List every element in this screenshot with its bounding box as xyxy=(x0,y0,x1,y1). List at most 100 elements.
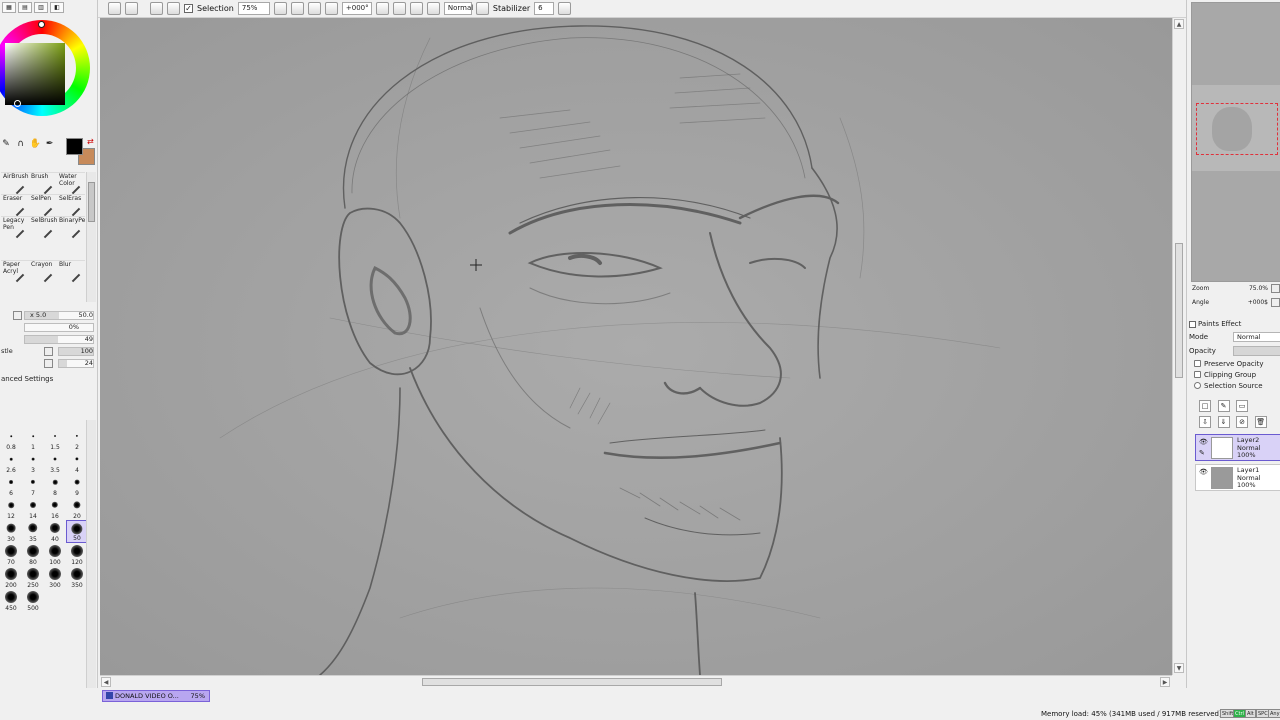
brush-size-3.5[interactable]: 3.5 xyxy=(44,451,66,474)
rotate-left-button[interactable] xyxy=(375,2,389,15)
layer-mode-select[interactable]: Normal xyxy=(1233,332,1280,342)
brush-size-350[interactable]: 350 xyxy=(66,566,88,589)
brush-size-3[interactable]: 3 xyxy=(22,451,44,474)
navigator-preview[interactable] xyxy=(1191,2,1280,282)
size-multiplier-button[interactable] xyxy=(13,311,22,320)
lasso-icon[interactable]: ∩ xyxy=(15,138,27,150)
tool-selpen[interactable]: SelPen xyxy=(29,194,57,217)
panel-tab-icon-3[interactable]: ▥ xyxy=(34,2,48,13)
navigator-view-rect[interactable] xyxy=(1196,103,1278,155)
scroll-up-button[interactable]: ▲ xyxy=(1174,19,1184,29)
preserve-opacity-checkbox[interactable]: Preserve Opacity xyxy=(1189,358,1280,369)
tool-seleras[interactable]: SelEras xyxy=(57,194,85,217)
brush-size-16[interactable]: 16 xyxy=(44,497,66,520)
brush-size-120[interactable]: 120 xyxy=(66,543,88,566)
zoom-in-button[interactable] xyxy=(307,2,321,15)
zoom-out-button[interactable] xyxy=(290,2,304,15)
brush-size-35[interactable]: 35 xyxy=(22,520,44,543)
horizontal-scroll-thumb[interactable] xyxy=(422,678,722,686)
brush-size-2.6[interactable]: 2.6 xyxy=(0,451,22,474)
brush-size-30[interactable]: 30 xyxy=(0,520,22,543)
merge-down-icon[interactable]: ⇓ xyxy=(1217,416,1230,428)
canvas-vertical-scrollbar[interactable]: ▲ ▼ xyxy=(1172,18,1184,675)
hand-icon[interactable]: ✋ xyxy=(29,138,41,150)
nav-angle-reset-button[interactable] xyxy=(1271,298,1280,307)
scroll-down-button[interactable]: ▼ xyxy=(1174,663,1184,673)
brush-size-40[interactable]: 40 xyxy=(44,520,66,543)
sv-marker[interactable] xyxy=(14,100,21,107)
brush-size-scrollbar[interactable] xyxy=(86,420,96,690)
scroll-left-button[interactable]: ◀ xyxy=(101,677,111,687)
flip-button[interactable] xyxy=(426,2,440,15)
visibility-eye-icon[interactable]: 👁 xyxy=(1199,438,1208,447)
rotate-right-button[interactable] xyxy=(392,2,406,15)
tool-selbrush[interactable]: SelBrush xyxy=(29,216,57,239)
blending-dropdown[interactable] xyxy=(44,359,53,368)
blend-dropdown-button[interactable] xyxy=(475,2,489,15)
edit-lock-icon[interactable]: ✎ xyxy=(1199,449,1208,458)
zoom-dropdown-button[interactable] xyxy=(273,2,287,15)
zoom-reset-button[interactable] xyxy=(324,2,338,15)
deselect-button[interactable] xyxy=(125,2,138,15)
brush-size-4[interactable]: 4 xyxy=(66,451,88,474)
tool-airbrush[interactable]: AirBrush xyxy=(1,172,29,195)
brush-size-80[interactable]: 80 xyxy=(22,543,44,566)
visibility-eye-icon[interactable]: 👁 xyxy=(1199,468,1208,477)
transfer-down-icon[interactable]: ⇩ xyxy=(1199,416,1211,428)
tool-paper-acryl[interactable]: Paper Acryl xyxy=(1,260,29,283)
vertical-scroll-thumb[interactable] xyxy=(1175,243,1183,378)
nav-zoom-reset-button[interactable] xyxy=(1271,284,1280,293)
delete-layer-icon[interactable]: 🗑 xyxy=(1254,416,1267,428)
new-folder-icon[interactable]: ▭ xyxy=(1236,400,1249,412)
brush-size-8[interactable]: 8 xyxy=(44,474,66,497)
advanced-settings-label[interactable]: anced Settings xyxy=(0,375,97,383)
brush-size-12[interactable]: 12 xyxy=(0,497,22,520)
brush-size-450[interactable]: 450 xyxy=(0,589,22,612)
selection-source-checkbox[interactable]: Selection Source xyxy=(1189,380,1280,391)
tool-blur[interactable]: Blur xyxy=(57,260,85,283)
clipping-group-checkbox[interactable]: Clipping Group xyxy=(1189,369,1280,380)
tool-crayon[interactable]: Crayon xyxy=(29,260,57,283)
rotate-reset-button[interactable] xyxy=(409,2,423,15)
angle-field[interactable]: +000° xyxy=(341,2,372,15)
brush-size-70[interactable]: 70 xyxy=(0,543,22,566)
new-linework-layer-icon[interactable]: ✎ xyxy=(1217,400,1230,412)
brush-size-200[interactable]: 200 xyxy=(0,566,22,589)
document-tab[interactable]: DONALD VIDEO O... 75% xyxy=(102,690,210,702)
tool-eraser[interactable]: Eraser xyxy=(1,194,29,217)
selection-checkbox[interactable]: ✓ xyxy=(184,4,193,13)
canvas-horizontal-scrollbar[interactable]: ◀ ▶ xyxy=(100,675,1172,687)
density-slider[interactable] xyxy=(24,335,94,344)
new-layer-icon[interactable]: □ xyxy=(1199,400,1211,412)
brush-size-100[interactable]: 100 xyxy=(44,543,66,566)
drawing-canvas[interactable] xyxy=(100,18,1172,675)
hue-marker[interactable] xyxy=(38,21,45,28)
tool-legacy-pen[interactable]: Legacy Pen xyxy=(1,216,29,239)
swap-icon[interactable]: ⇄ xyxy=(87,137,94,146)
zoom-select[interactable]: 75% xyxy=(237,2,270,15)
layer-item-layer1[interactable]: 👁 Layer1 Normal 100% xyxy=(1195,464,1280,491)
layer-opacity-slider[interactable] xyxy=(1233,346,1280,356)
brush-size-7[interactable]: 7 xyxy=(22,474,44,497)
saturation-value-square[interactable] xyxy=(5,43,65,105)
clear-layer-icon[interactable]: ⊘ xyxy=(1236,416,1249,428)
tool-binarype[interactable]: BinaryPe xyxy=(57,216,85,239)
texture-dropdown[interactable] xyxy=(44,347,53,356)
toolbar-button-3[interactable] xyxy=(150,2,163,15)
brush-size-14[interactable]: 14 xyxy=(22,497,44,520)
brush-size-300[interactable]: 300 xyxy=(44,566,66,589)
brush-size-6[interactable]: 6 xyxy=(0,474,22,497)
brush-size-250[interactable]: 250 xyxy=(22,566,44,589)
panel-tab-icon-1[interactable]: ▦ xyxy=(2,2,16,13)
pen-icon[interactable]: ✒ xyxy=(44,138,56,150)
paints-effect-toggle[interactable] xyxy=(1189,320,1196,328)
select-all-button[interactable] xyxy=(108,2,121,15)
dropper-icon[interactable]: ✎ xyxy=(0,138,12,150)
tool-palette-scrollbar[interactable] xyxy=(86,172,96,302)
panel-tab-icon-2[interactable]: ▤ xyxy=(18,2,32,13)
tool-water-color[interactable]: Water Color xyxy=(57,172,85,195)
stabilizer-dropdown-button[interactable] xyxy=(558,2,572,15)
brush-size-1.5[interactable]: 1.5 xyxy=(44,428,66,451)
min-size-slider[interactable] xyxy=(24,323,94,332)
stabilizer-select[interactable]: 6 xyxy=(534,2,555,15)
